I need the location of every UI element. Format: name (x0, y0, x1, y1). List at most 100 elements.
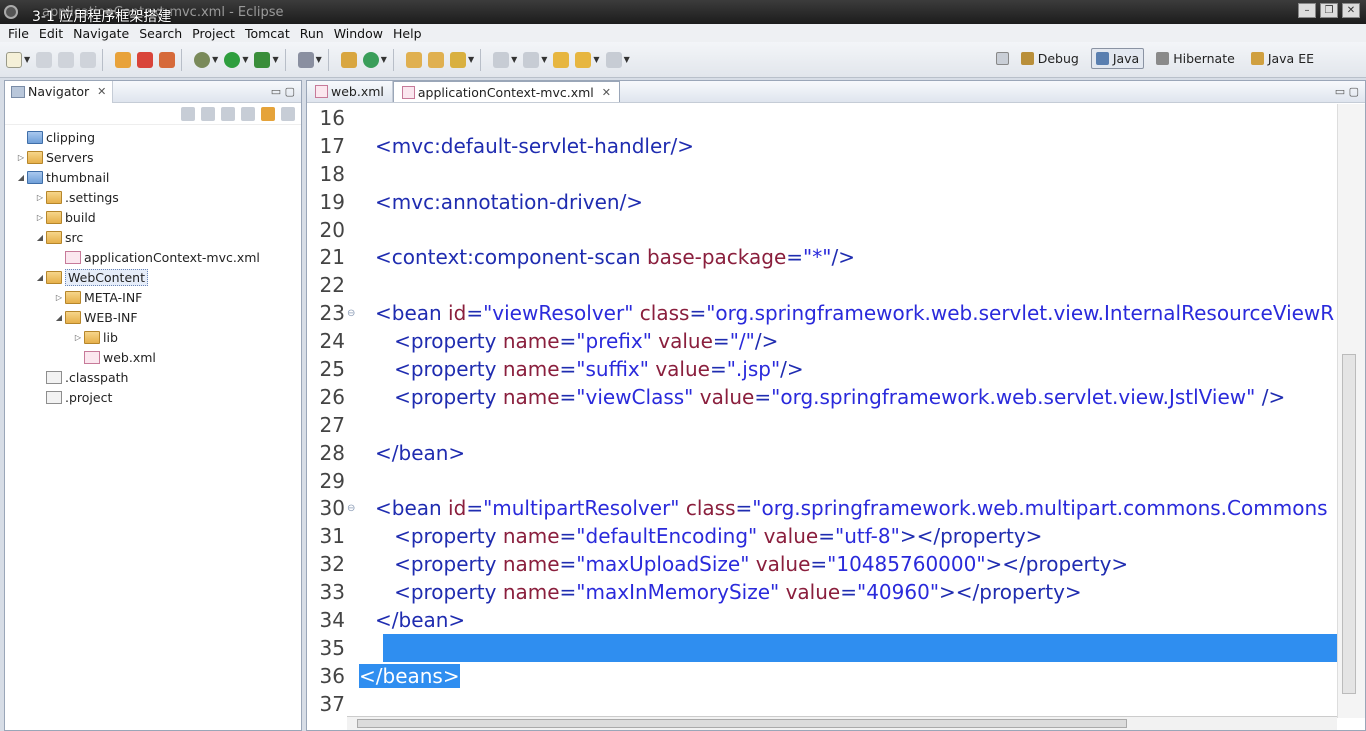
code-line: 36 </beans> (307, 662, 1337, 690)
code-token: ></property> (985, 552, 1129, 577)
prev-annotation-icon[interactable] (523, 51, 540, 68)
menu-window[interactable]: Window (334, 26, 383, 41)
scrollbar-thumb[interactable] (1342, 354, 1356, 694)
minimize-maximize-icon[interactable]: ▭ ▢ (271, 85, 295, 98)
line-number: 37 (319, 691, 345, 716)
tree-item[interactable]: web.xml (5, 347, 301, 367)
editor-tab[interactable]: web.xml (307, 81, 393, 102)
new-icon[interactable] (6, 51, 22, 68)
tree-item[interactable]: ▷ build (5, 207, 301, 227)
collapse-all-icon[interactable] (241, 106, 255, 121)
pen-icon[interactable] (449, 51, 466, 68)
save-all-icon[interactable] (58, 51, 75, 68)
scrollbar-thumb[interactable] (357, 719, 1127, 728)
tree-item[interactable]: ◢ src (5, 227, 301, 247)
tomcat-start-icon[interactable] (115, 51, 132, 68)
editor-tab[interactable]: applicationContext-mvc.xml ✕ (392, 81, 620, 102)
project-icon (27, 170, 43, 184)
forward-icon[interactable] (201, 106, 215, 121)
perspective-label: Java EE (1267, 51, 1314, 66)
tree-item[interactable]: .classpath (5, 367, 301, 387)
code-token: value (655, 356, 710, 381)
expand-toggle-icon[interactable]: ▷ (15, 153, 27, 162)
expand-toggle-icon[interactable]: ▷ (34, 193, 46, 202)
tree-item[interactable]: ▷ META-INF (5, 287, 301, 307)
link-with-editor-icon[interactable] (261, 106, 275, 121)
debug-icon[interactable] (194, 51, 211, 68)
minimize-button[interactable]: – (1298, 3, 1316, 18)
expand-toggle-icon[interactable]: ▷ (72, 333, 84, 342)
perspective-java[interactable]: Java (1090, 48, 1145, 69)
tree-item[interactable]: ▷ Servers (5, 147, 301, 167)
menu-project[interactable]: Project (192, 26, 235, 41)
code-line: 22 (307, 271, 1337, 299)
save-icon[interactable] (36, 51, 53, 68)
vertical-scrollbar[interactable] (1337, 104, 1365, 718)
expand-toggle-icon[interactable]: ◢ (53, 313, 65, 322)
restore-button[interactable]: ❐ (1320, 3, 1338, 18)
code-line: 24 <property name="prefix" value="/"/> (307, 327, 1337, 355)
expand-toggle-icon[interactable]: ◢ (34, 273, 46, 282)
menu-search[interactable]: Search (139, 26, 182, 41)
tree-item[interactable]: ◢ WEB-INF (5, 307, 301, 327)
fold-toggle-icon[interactable]: ⊖ (347, 308, 357, 319)
minimize-maximize-icon[interactable]: ▭ ▢ (1335, 85, 1359, 98)
code-editor[interactable]: 16 17 <mvc:default-servlet-handler/> 18 19 <m… (307, 104, 1337, 718)
menu-file[interactable]: File (8, 26, 29, 41)
open-perspective-icon[interactable] (995, 52, 1009, 65)
perspective-java-ee[interactable]: Java EE (1247, 49, 1318, 68)
code-token: "org.springframework.web.multipart.commo… (752, 496, 1328, 521)
open-type-icon[interactable] (405, 51, 422, 68)
view-menu-icon[interactable] (281, 106, 295, 121)
tree-item[interactable]: ◢ WebContent (5, 267, 301, 287)
back-icon[interactable] (575, 51, 592, 68)
menu-tomcat[interactable]: Tomcat (245, 26, 290, 41)
close-icon[interactable]: ✕ (97, 85, 106, 98)
fold-toggle-icon[interactable]: ⊖ (347, 503, 357, 514)
tree-item[interactable]: .project (5, 387, 301, 407)
code-line: 35 (307, 633, 1337, 662)
next-annotation-icon[interactable] (493, 51, 510, 68)
tree-item[interactable]: ◢ thumbnail (5, 167, 301, 187)
code-token: id (448, 496, 467, 521)
tree-item[interactable]: ▷ lib (5, 327, 301, 347)
last-edit-icon[interactable] (553, 51, 570, 68)
line-number: 16 (319, 105, 345, 130)
tree-item[interactable]: ▷ .settings (5, 187, 301, 207)
menu-edit[interactable]: Edit (39, 26, 63, 41)
refresh-icon[interactable] (362, 51, 379, 68)
navigator-view: Navigator ✕ ▭ ▢ clipping ▷ Servers ◢ thumbna… (4, 80, 302, 731)
expand-toggle-icon[interactable]: ▷ (34, 213, 46, 222)
new-class-icon[interactable] (340, 51, 357, 68)
up-icon[interactable] (221, 106, 235, 121)
menu-run[interactable]: Run (300, 26, 324, 41)
close-button[interactable]: ✕ (1342, 3, 1360, 18)
code-token: <property (375, 329, 503, 354)
tomcat-stop-icon[interactable] (137, 51, 154, 68)
run-icon[interactable] (224, 51, 241, 68)
code-token: "viewResolver" (483, 301, 640, 326)
forward-icon[interactable] (605, 51, 622, 68)
code-token: = (466, 496, 484, 521)
tomcat-restart-icon[interactable] (159, 51, 176, 68)
expand-toggle-icon[interactable]: ◢ (34, 233, 46, 242)
expand-toggle-icon[interactable]: ▷ (53, 293, 65, 302)
horizontal-scrollbar[interactable] (347, 716, 1337, 730)
current-line-selection (383, 633, 1337, 662)
perspective-hibernate[interactable]: Hibernate (1152, 49, 1239, 68)
tab-navigator[interactable]: Navigator ✕ (5, 80, 114, 103)
perspective-debug[interactable]: Debug (1017, 49, 1083, 68)
code-line: 26 <property name="viewClass" value="org… (307, 383, 1337, 411)
code-token: /> (1261, 384, 1286, 409)
menu-help[interactable]: Help (393, 26, 422, 41)
menu-navigate[interactable]: Navigate (73, 26, 129, 41)
external-tools-icon[interactable] (254, 51, 271, 68)
back-icon[interactable] (181, 106, 195, 121)
tree-item[interactable]: clipping (5, 127, 301, 147)
expand-toggle-icon[interactable]: ◢ (15, 173, 27, 182)
tree-item[interactable]: applicationContext-mvc.xml (5, 247, 301, 267)
open-resource-icon[interactable] (427, 51, 444, 68)
print-icon[interactable] (80, 51, 97, 68)
search-icon[interactable] (297, 51, 314, 68)
close-icon[interactable]: ✕ (602, 86, 611, 99)
